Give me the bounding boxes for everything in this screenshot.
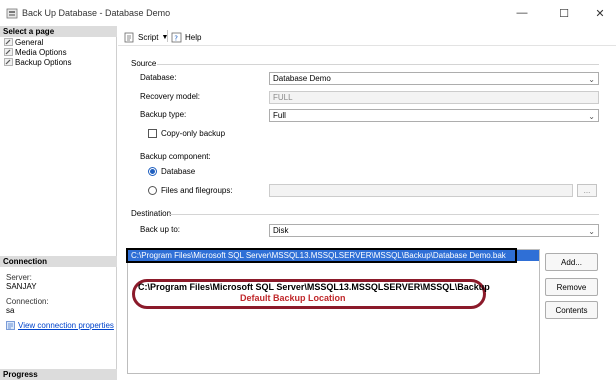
source-divider — [157, 64, 599, 65]
database-label: Database: — [140, 73, 177, 82]
connection-value: sa — [6, 306, 15, 315]
remove-button[interactable]: Remove — [545, 278, 598, 296]
wrench-icon — [4, 48, 13, 56]
script-label: Script — [138, 32, 159, 42]
source-group-label: Source — [131, 59, 157, 68]
view-connection-properties-label: View connection properties — [18, 321, 114, 330]
chevron-down-icon: ⌄ — [588, 112, 595, 121]
files-browse-button: ... — [577, 184, 597, 197]
filegroups-field — [269, 184, 573, 197]
window-title: Back Up Database - Database Demo — [22, 8, 171, 18]
connection-label: Connection: — [6, 297, 49, 306]
maximize-button[interactable]: ☐ — [550, 4, 578, 22]
page-item-general[interactable]: General — [4, 37, 43, 47]
page-item-label: General — [15, 37, 44, 47]
title-bar: Back Up Database - Database Demo — ☐ ✕ — [0, 0, 616, 26]
page-item-media-options[interactable]: Media Options — [4, 47, 67, 57]
server-label: Server: — [6, 273, 32, 282]
database-value: Database Demo — [273, 74, 331, 83]
help-icon: ? — [171, 32, 182, 42]
component-files-radio[interactable] — [148, 186, 157, 195]
close-button[interactable]: ✕ — [586, 4, 614, 22]
help-button[interactable]: ? Help — [171, 30, 201, 44]
add-button[interactable]: Add... — [545, 253, 598, 271]
database-backup-icon — [6, 8, 18, 19]
minimize-button[interactable]: — — [508, 4, 536, 22]
destination-divider — [170, 214, 599, 215]
chevron-down-icon: ⌄ — [588, 227, 595, 236]
recovery-model-label: Recovery model: — [140, 92, 201, 101]
backup-type-label: Backup type: — [140, 110, 187, 119]
connection-header: Connection — [0, 256, 117, 267]
page-item-label: Backup Options — [15, 57, 72, 67]
component-database-label: Database — [161, 167, 196, 176]
page-item-backup-options[interactable]: Backup Options — [4, 57, 71, 67]
backup-type-value: Full — [273, 111, 286, 120]
back-up-to-label: Back up to: — [140, 225, 181, 234]
script-button[interactable]: Script ▼ — [124, 30, 168, 44]
database-combo[interactable]: Database Demo ⌄ — [269, 72, 599, 85]
radio-dot — [150, 169, 155, 174]
svg-text:?: ? — [174, 34, 178, 42]
destination-group-label: Destination — [131, 209, 172, 218]
annotation-caption: Default Backup Location — [240, 293, 346, 303]
recovery-model-field: FULL — [269, 91, 599, 104]
wrench-icon — [4, 38, 13, 46]
view-connection-properties-link[interactable]: View connection properties — [6, 321, 114, 330]
script-icon — [124, 32, 134, 42]
server-value: SANJAY — [6, 282, 37, 291]
backup-component-label: Backup component: — [140, 152, 211, 161]
back-up-to-value: Disk — [273, 226, 289, 235]
recovery-model-value: FULL — [273, 93, 293, 102]
highlight-frame — [126, 248, 517, 263]
wrench-icon — [4, 58, 13, 66]
component-files-label: Files and filegroups: — [161, 186, 233, 195]
page-item-label: Media Options — [15, 47, 67, 57]
toolbar-separator — [167, 30, 168, 42]
select-page-header: Select a page — [0, 26, 117, 37]
backup-destination-list[interactable] — [127, 249, 540, 374]
properties-icon — [6, 321, 15, 330]
progress-header: Progress — [0, 369, 117, 380]
backup-type-combo[interactable]: Full ⌄ — [269, 109, 599, 122]
annotation-path: C:\Program Files\Microsoft SQL Server\MS… — [138, 282, 490, 292]
chevron-down-icon: ⌄ — [588, 75, 595, 84]
copy-only-checkbox[interactable] — [148, 129, 157, 138]
help-label: Help — [185, 32, 202, 42]
copy-only-label: Copy-only backup — [161, 129, 226, 138]
contents-button[interactable]: Contents — [545, 301, 598, 319]
component-database-radio[interactable] — [148, 167, 157, 176]
back-up-to-combo[interactable]: Disk ⌄ — [269, 224, 599, 237]
